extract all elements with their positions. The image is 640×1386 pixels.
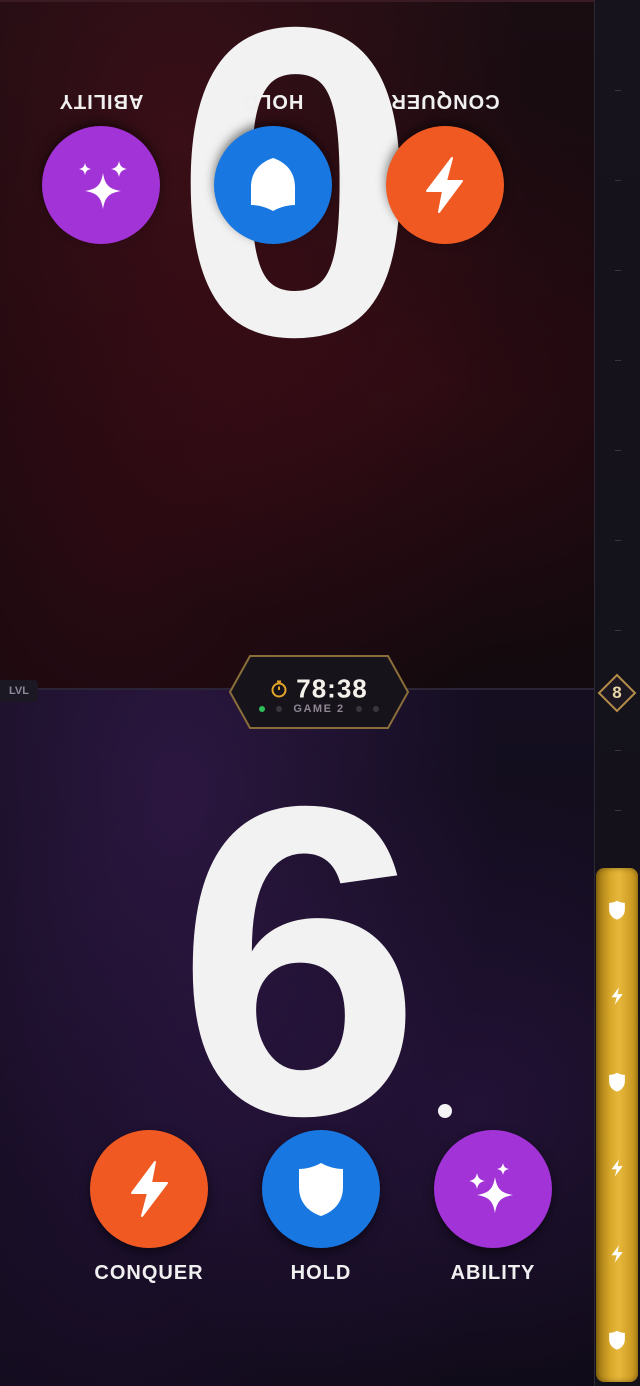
player-ability-button[interactable]: [434, 1130, 552, 1248]
lightning-icon: [596, 1154, 638, 1182]
rail-tick: [615, 630, 621, 631]
indicator-dot: [438, 1104, 452, 1118]
opponent-conquer-button[interactable]: [386, 126, 504, 244]
shield-icon: [299, 1163, 343, 1216]
player-ability-label: ABILITY: [450, 1262, 536, 1284]
shield-icon: [596, 896, 638, 924]
game-dot-2: [275, 706, 282, 713]
rail-tick: [615, 810, 621, 811]
timer-value: 78:38: [296, 673, 368, 704]
player-panel: 6 CONQUER HOLD ABILITY: [0, 690, 594, 1386]
stopwatch-icon: [270, 674, 288, 705]
opponent-hold-button[interactable]: [214, 126, 332, 244]
rail-tick: [615, 180, 621, 181]
opponent-ability-button[interactable]: [42, 126, 160, 244]
player-hold-label: HOLD: [290, 1262, 352, 1284]
opponent-conquer-action[interactable]: CONQUER: [380, 89, 510, 244]
player-hold-action[interactable]: HOLD: [256, 1130, 386, 1285]
player-conquer-button[interactable]: [90, 1130, 208, 1248]
game-screen: 0 CONQUER HOLD: [0, 0, 640, 1386]
lightning-icon: [596, 982, 638, 1010]
rail-tick: [615, 450, 621, 451]
rail-tick: [615, 270, 621, 271]
rail-tick: [615, 360, 621, 361]
lightning-icon: [596, 1240, 638, 1268]
level-tab[interactable]: LVL: [0, 680, 38, 702]
opponent-hold-label: HOLD: [242, 90, 304, 112]
shield-icon: [251, 158, 295, 211]
lightning-icon: [131, 1161, 168, 1217]
level-value: 8: [612, 683, 622, 702]
game-dot-4: [372, 706, 379, 713]
player-conquer-label: CONQUER: [94, 1262, 204, 1284]
opponent-ability-action[interactable]: ABILITY: [36, 89, 166, 244]
game-dot-1: [259, 706, 266, 713]
opponent-ability-label: ABILITY: [58, 90, 144, 112]
player-hold-button[interactable]: [262, 1130, 380, 1248]
lightning-icon: [426, 157, 463, 213]
sparkles-icon: [79, 161, 127, 209]
shield-icon: [596, 1068, 638, 1096]
player-score: 6: [176, 716, 422, 1207]
action-meter: [596, 868, 638, 1382]
opponent-conquer-label: CONQUER: [390, 90, 500, 112]
game-label: GAME 2: [293, 703, 345, 715]
opponent-panel: 0 CONQUER HOLD: [0, 0, 594, 692]
rail-tick: [615, 90, 621, 91]
shield-icon: [596, 1326, 638, 1354]
game-dot-3: [356, 706, 363, 713]
rail-tick: [615, 540, 621, 541]
player-conquer-action[interactable]: CONQUER: [84, 1130, 214, 1285]
player-ability-action[interactable]: ABILITY: [428, 1130, 558, 1285]
sparkles-icon: [469, 1163, 513, 1213]
rail-tick: [615, 750, 621, 751]
opponent-hold-action[interactable]: HOLD: [208, 89, 338, 244]
game-timer: 78:38 GAME 2: [228, 654, 410, 730]
